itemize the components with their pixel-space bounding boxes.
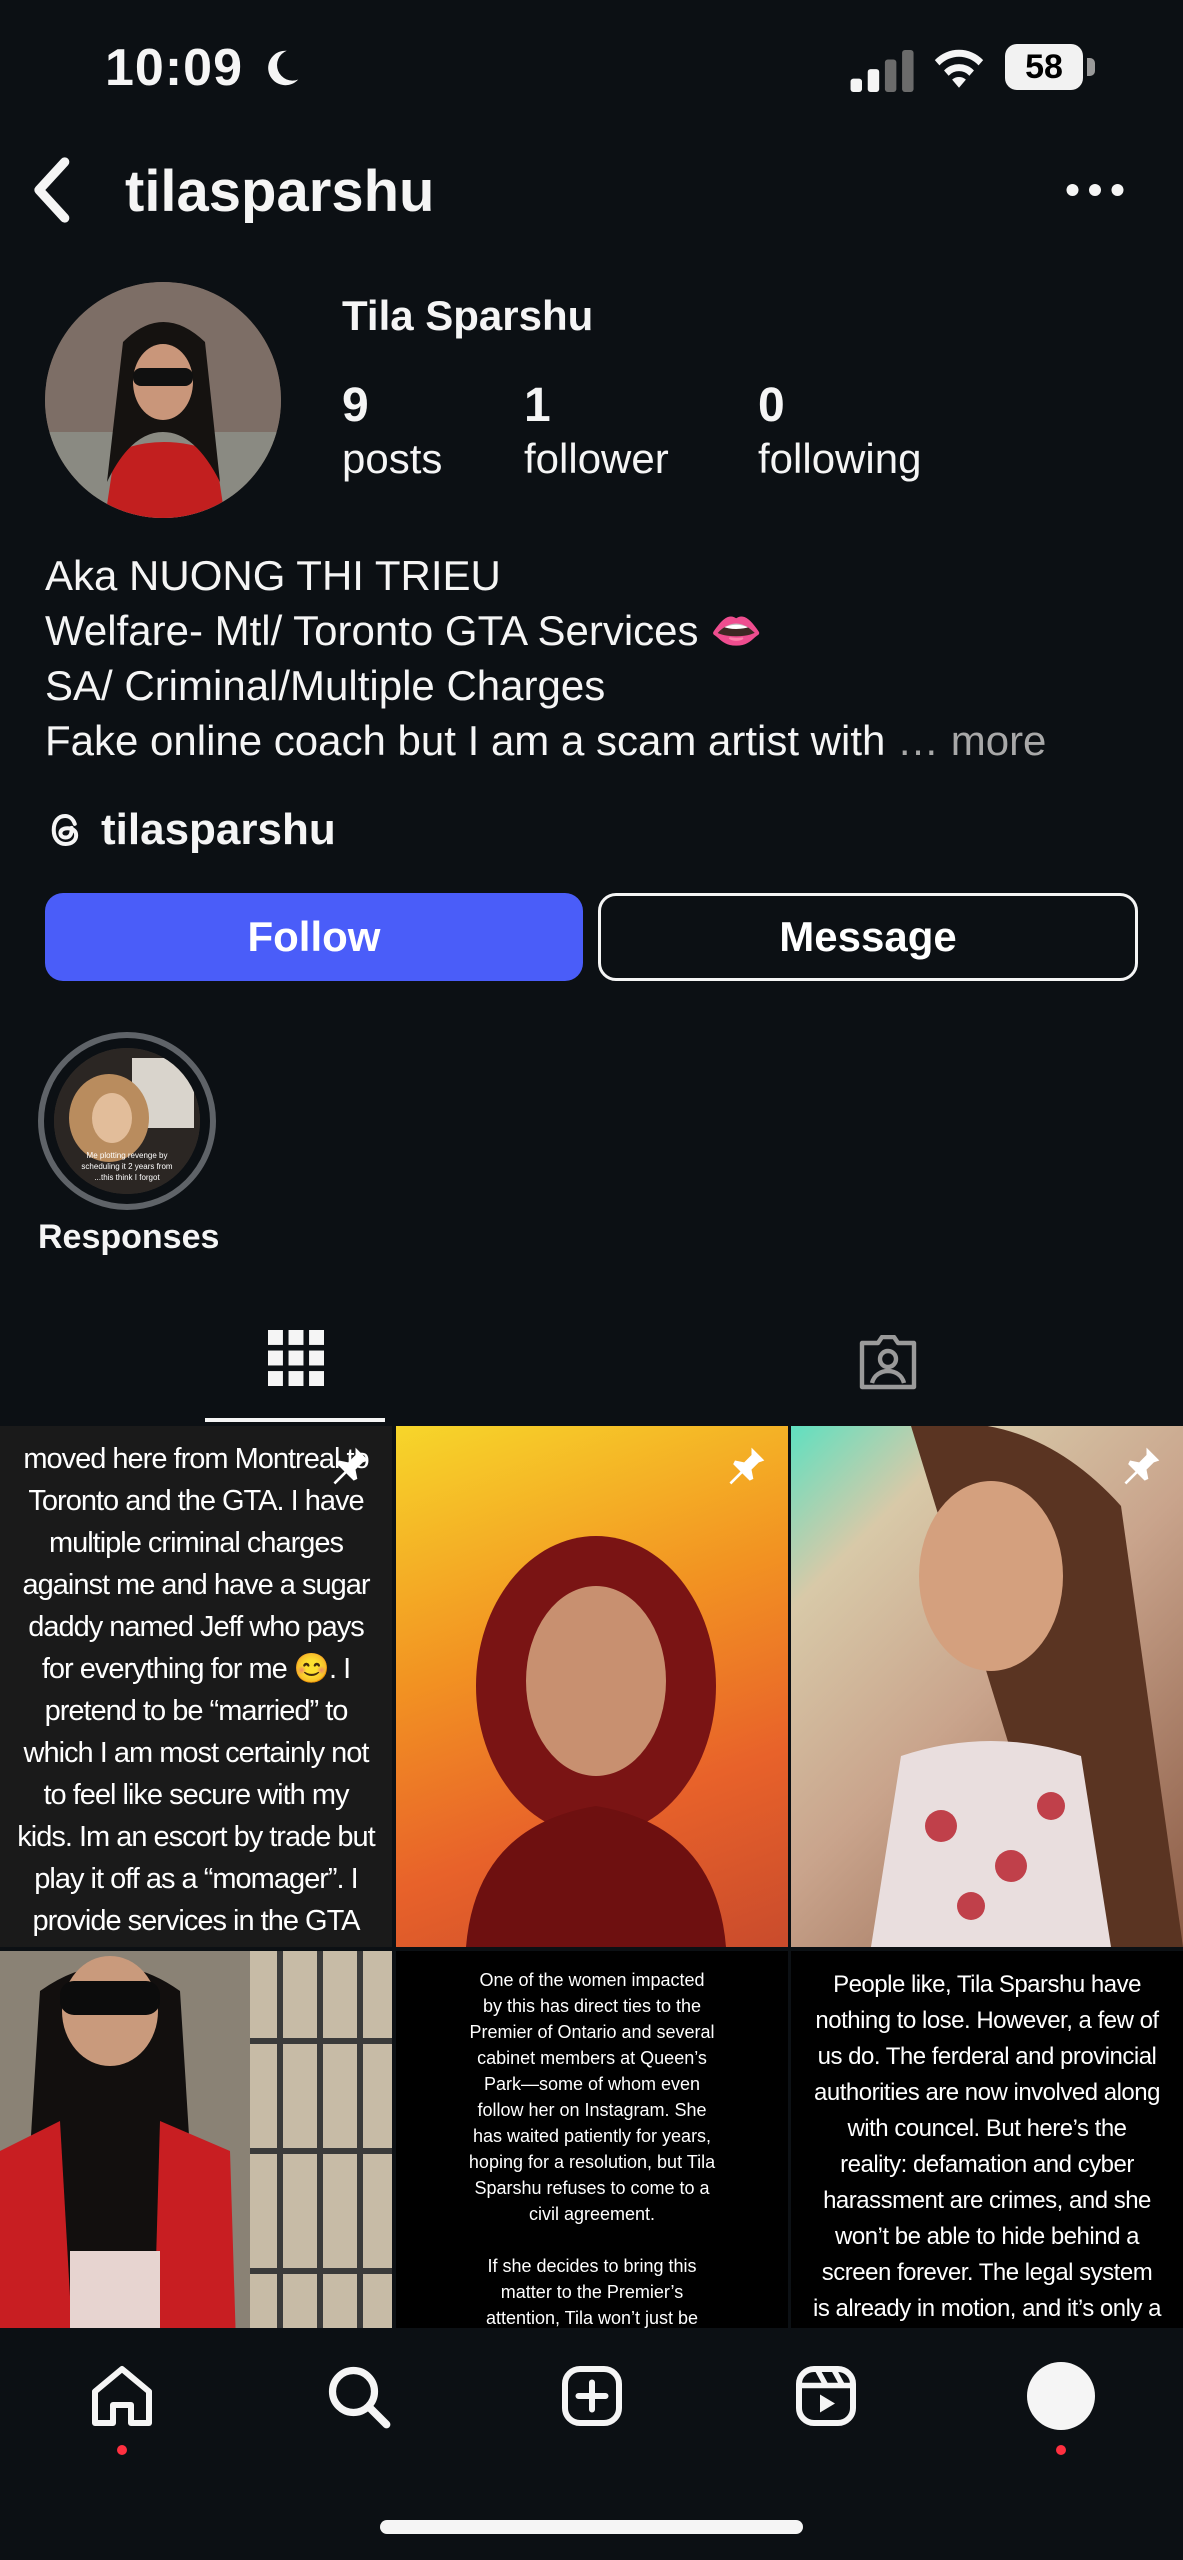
- stat-followers-count: 1: [524, 379, 551, 432]
- highlight-cover-text: Me plotting revenge by: [87, 1151, 168, 1160]
- tagged-tab-icon[interactable]: [856, 1335, 920, 1391]
- stat-followers-label: follower: [524, 435, 669, 482]
- bio-line-text: Fake online coach but I am a scam artist…: [45, 717, 886, 764]
- post-caption-image-text: One of the women impacted by this has di…: [396, 1951, 788, 2357]
- highlight-label: Responses: [38, 1218, 220, 1256]
- cellular-signal-icon: [850, 50, 914, 92]
- post-tile[interactable]: [396, 1426, 788, 1947]
- pin-icon: [1124, 1447, 1160, 1485]
- grid-tab-icon[interactable]: [268, 1330, 324, 1386]
- highlight-cover-text: ...this think I forgot: [94, 1173, 160, 1182]
- bio-line: SA/ Criminal/Multiple Charges: [45, 662, 606, 709]
- profile-avatar[interactable]: [45, 282, 281, 518]
- pin-icon: [333, 1447, 369, 1485]
- stat-following[interactable]: 0 following: [758, 378, 921, 484]
- stat-following-label: following: [758, 435, 922, 482]
- stat-followers[interactable]: 1 follower: [524, 378, 669, 484]
- profile-display-name: Tila Sparshu: [342, 292, 594, 339]
- back-chevron-icon[interactable]: [28, 155, 78, 225]
- bio-line: Aka NUONG THI TRIEU: [45, 552, 501, 599]
- threads-icon: [51, 813, 79, 847]
- threads-link[interactable]: tilasparshu: [45, 805, 336, 855]
- follow-button[interactable]: Follow: [45, 893, 583, 981]
- message-button[interactable]: Message: [598, 893, 1138, 981]
- profile-notification-dot: [1056, 2445, 1066, 2455]
- highlight-cover-image: Me plotting revenge by scheduling it 2 y…: [54, 1048, 200, 1194]
- battery-percent: 58: [1025, 48, 1063, 86]
- home-indicator: [380, 2520, 803, 2534]
- stat-posts[interactable]: 9 posts: [342, 378, 442, 484]
- stat-posts-count: 9: [342, 379, 369, 432]
- bio-line: Welfare- Mtl/ Toronto GTA Services 👄: [45, 607, 763, 654]
- pin-icon: [729, 1447, 765, 1485]
- header-username: tilasparshu: [125, 159, 435, 224]
- threads-handle: tilasparshu: [101, 805, 336, 854]
- status-time: 10:09: [105, 39, 243, 97]
- avatar-photo: [45, 282, 281, 518]
- post-caption-image-text: People like, Tila Sparshu have nothing t…: [813, 1971, 1161, 2322]
- profile-bio: Aka NUONG THI TRIEU Welfare- Mtl/ Toront…: [45, 548, 1145, 768]
- highlight-cover[interactable]: Me plotting revenge by scheduling it 2 y…: [54, 1048, 200, 1194]
- bio-more-link[interactable]: more: [951, 717, 1047, 764]
- post-tile[interactable]: moved here from Montreal to Toronto and …: [0, 1426, 392, 1947]
- moon-icon: [268, 50, 299, 86]
- bio-ellipsis: …: [897, 717, 940, 764]
- home-icon[interactable]: [86, 2360, 158, 2432]
- battery-indicator: 58: [1005, 44, 1095, 92]
- post-tile[interactable]: [791, 1426, 1183, 1947]
- home-notification-dot: [117, 2445, 127, 2455]
- post-text-paragraph: One of the women impacted by this has di…: [468, 1970, 716, 2224]
- stat-following-count: 0: [758, 379, 785, 432]
- profile-tab-avatar[interactable]: [1027, 2362, 1095, 2430]
- stat-posts-label: posts: [342, 435, 443, 482]
- search-icon[interactable]: [322, 2360, 394, 2432]
- highlight-cover-text: scheduling it 2 years from: [81, 1162, 172, 1171]
- bio-line: Fake online coach but I am a scam artist…: [45, 713, 1145, 768]
- more-options-icon[interactable]: [1065, 175, 1125, 205]
- create-post-icon[interactable]: [556, 2360, 628, 2432]
- active-tab-indicator: [205, 1418, 385, 1422]
- post-photo: [466, 1536, 726, 1947]
- post-photo: [871, 1426, 1183, 1947]
- post-caption-image-text: moved here from Montreal to Toronto and …: [17, 1443, 375, 1937]
- reels-icon[interactable]: [790, 2360, 862, 2432]
- wifi-icon: [934, 49, 984, 88]
